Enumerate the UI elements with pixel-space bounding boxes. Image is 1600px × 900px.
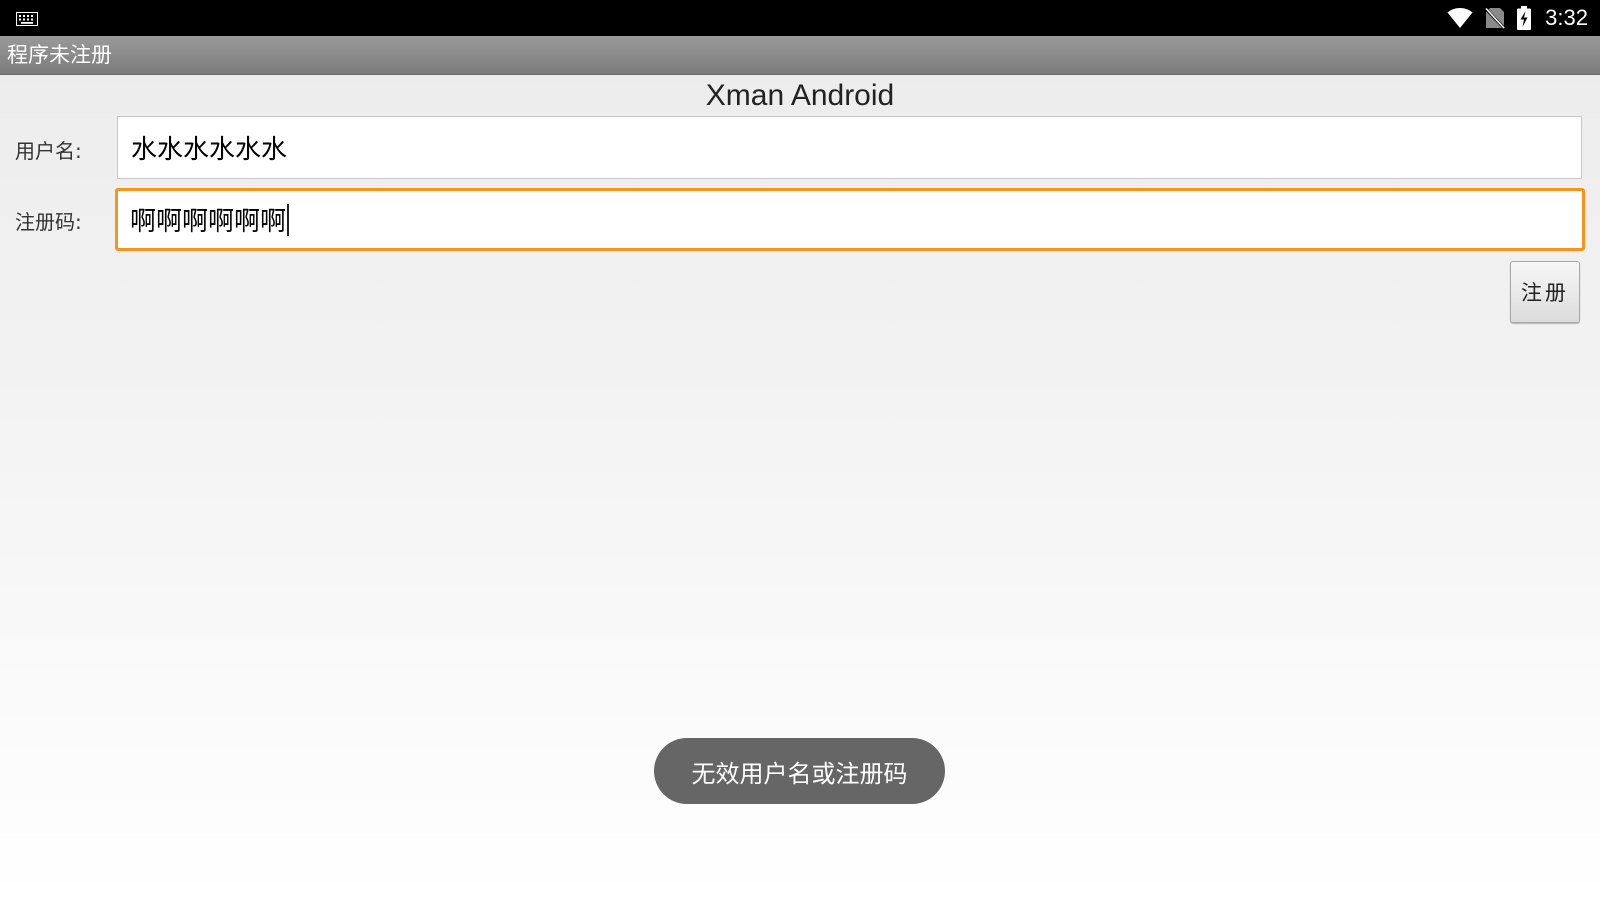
window-title: 程序未注册 bbox=[7, 43, 112, 67]
text-cursor bbox=[287, 203, 290, 236]
status-bar: 3:32 bbox=[0, 0, 1600, 36]
toast-message: 无效用户名或注册码 bbox=[654, 738, 945, 804]
username-value: 水水水水水水 bbox=[131, 135, 288, 165]
title-bar: 程序未注册 bbox=[0, 36, 1600, 75]
register-button[interactable]: 注册 bbox=[1510, 261, 1580, 323]
status-icons: 3:32 bbox=[1447, 0, 1588, 36]
status-time: 3:32 bbox=[1545, 5, 1588, 30]
toast-text: 无效用户名或注册码 bbox=[691, 759, 908, 788]
keyboard-icon bbox=[16, 11, 38, 26]
battery-charging-icon bbox=[1517, 6, 1532, 30]
username-label: 用户名: bbox=[15, 139, 82, 163]
wifi-icon bbox=[1447, 7, 1473, 29]
regcode-input[interactable]: 啊啊啊啊啊啊 bbox=[115, 188, 1585, 251]
regcode-label: 注册码: bbox=[15, 210, 82, 234]
no-sim-icon bbox=[1485, 7, 1506, 29]
username-input[interactable]: 水水水水水水 bbox=[117, 116, 1582, 179]
app-heading: Xman Android bbox=[705, 79, 895, 112]
regcode-value: 啊啊啊啊啊啊 bbox=[130, 207, 287, 237]
